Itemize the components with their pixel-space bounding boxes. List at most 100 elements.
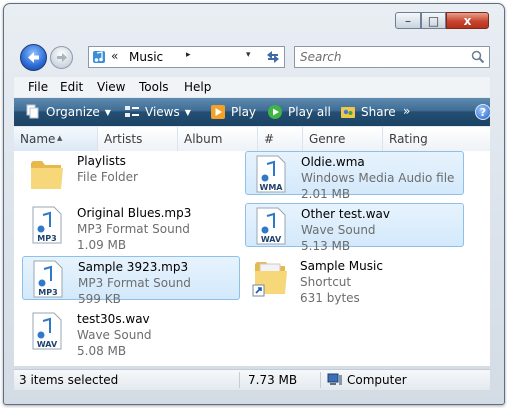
- selection-status: 3 items selected: [19, 373, 119, 387]
- chevron-more-icon: »: [403, 104, 411, 118]
- file-size: 2.01 MB: [301, 187, 351, 201]
- file-type: Shortcut: [300, 275, 352, 289]
- organize-icon: [26, 104, 39, 119]
- status-divider: [320, 372, 321, 388]
- file-item-sample-3923[interactable]: MP3 Sample 3923.mp3 MP3 Format Sound 599…: [22, 256, 240, 306]
- command-bar: Organize ▼ Views ▼ Play Play all Share »…: [14, 98, 491, 126]
- play-all-icon: [268, 105, 282, 119]
- file-item-test30s[interactable]: WAV test30s.wav Wave Sound 5.08 MB: [22, 309, 240, 358]
- menu-edit[interactable]: Edit: [60, 80, 83, 94]
- column-header-artists[interactable]: Artists: [98, 127, 178, 151]
- views-icon: [125, 106, 139, 117]
- column-header-number[interactable]: #: [258, 127, 303, 151]
- file-item-original-blues[interactable]: MP3 Original Blues.mp3 MP3 Format Sound …: [22, 203, 240, 252]
- menu-view[interactable]: View: [97, 80, 125, 94]
- share-button[interactable]: Share: [340, 104, 396, 120]
- column-header-name-label: Name: [20, 132, 56, 146]
- close-button[interactable]: x: [446, 12, 489, 29]
- views-dropdown-icon: ▼: [184, 107, 191, 117]
- views-label: Views: [145, 105, 180, 119]
- menu-bar: File Edit View Tools Help: [14, 77, 490, 97]
- column-header-rating[interactable]: Rating: [383, 127, 490, 151]
- shortcut-folder-icon: [252, 262, 287, 297]
- menu-tools[interactable]: Tools: [139, 80, 169, 94]
- breadcrumb-arrow-icon[interactable]: ▸: [186, 50, 191, 60]
- file-item-playlists[interactable]: Playlists File Folder: [22, 151, 240, 195]
- column-header-name[interactable]: ▲ Name: [14, 127, 98, 151]
- play-button[interactable]: Play: [210, 104, 256, 120]
- svg-text:WAV: WAV: [261, 235, 282, 244]
- svg-text:MP3: MP3: [37, 234, 56, 243]
- file-name: Sample 3923.mp3: [78, 260, 189, 274]
- column-header-genre-label: Genre: [309, 132, 346, 146]
- file-type: MP3 Format Sound: [77, 222, 190, 236]
- sort-ascending-icon: ▲: [57, 134, 63, 142]
- selection-size: 7.73 MB: [248, 373, 298, 387]
- column-header-album[interactable]: Album: [178, 127, 258, 151]
- file-name: test30s.wav: [77, 312, 150, 326]
- file-name: Original Blues.mp3: [77, 206, 192, 220]
- mp3-file-icon: MP3: [33, 260, 63, 298]
- address-dropdown-icon[interactable]: ▾: [246, 50, 251, 60]
- status-bar: 3 items selected 7.73 MB Computer: [14, 369, 490, 390]
- minimize-icon: –: [405, 13, 411, 28]
- refresh-button[interactable]: [262, 47, 284, 67]
- play-all-button[interactable]: Play all: [267, 104, 331, 120]
- maximize-icon: □: [427, 13, 440, 28]
- file-size: 1.09 MB: [77, 238, 127, 252]
- file-type: Windows Media Audio file: [301, 171, 455, 185]
- file-name: Other test.wav: [301, 207, 391, 221]
- file-type: Wave Sound: [77, 328, 152, 342]
- address-bar[interactable]: « Music ▸ ▾: [88, 46, 285, 68]
- help-icon[interactable]: ?: [475, 104, 491, 120]
- play-label: Play: [231, 105, 257, 119]
- file-type: File Folder: [77, 170, 138, 184]
- play-all-label: Play all: [288, 105, 331, 119]
- minimize-button[interactable]: –: [395, 12, 421, 29]
- views-button[interactable]: Views ▼: [124, 104, 191, 120]
- file-item-other-test-wav[interactable]: WAV Other test.wav Wave Sound 5.13 MB: [245, 203, 464, 253]
- close-icon: x: [463, 13, 472, 28]
- folder-icon: [31, 161, 63, 189]
- search-icon[interactable]: [471, 50, 485, 64]
- more-commands-button[interactable]: »: [403, 104, 410, 118]
- file-item-oldie-wma[interactable]: WMA Oldie.wma Windows Media Audio file 2…: [245, 151, 464, 201]
- file-item-sample-music[interactable]: Sample Music Shortcut 631 bytes: [245, 256, 464, 305]
- refresh-icon: [267, 51, 279, 63]
- menu-file[interactable]: File: [28, 80, 48, 94]
- wma-file-icon: WMA: [256, 155, 286, 193]
- play-icon: [211, 105, 225, 119]
- search-input[interactable]: [295, 47, 475, 67]
- forward-button[interactable]: [50, 46, 73, 69]
- back-button[interactable]: [20, 44, 47, 71]
- file-list: Playlists File Folder WMA Oldie.wma Wind…: [14, 151, 490, 366]
- search-box[interactable]: [294, 46, 490, 68]
- forward-arrow-icon: [57, 53, 67, 62]
- organize-button[interactable]: Organize ▼: [25, 104, 111, 120]
- organize-label: Organize: [46, 105, 100, 119]
- column-header-row: ▲ Name Artists Album # Genre Rating: [14, 127, 490, 152]
- file-type: Wave Sound: [301, 223, 376, 237]
- share-label: Share: [361, 105, 396, 119]
- file-size: 599 KB: [78, 292, 121, 306]
- menu-help[interactable]: Help: [184, 80, 211, 94]
- file-name: Oldie.wma: [301, 155, 365, 169]
- organize-dropdown-icon: ▼: [104, 107, 111, 117]
- svg-text:WAV: WAV: [37, 340, 58, 349]
- explorer-window: – □ x « Music ▸ ▾ Search File Edit View …: [0, 0, 507, 408]
- column-header-artists-label: Artists: [104, 132, 143, 146]
- breadcrumb-overflow[interactable]: «: [111, 49, 118, 63]
- wav-file-icon: WAV: [256, 207, 286, 245]
- svg-text:MP3: MP3: [38, 288, 57, 297]
- file-size: 5.13 MB: [301, 239, 351, 253]
- svg-text:WMA: WMA: [260, 183, 284, 192]
- file-type: MP3 Format Sound: [78, 276, 191, 290]
- share-icon: [341, 107, 355, 118]
- breadcrumb-music[interactable]: Music: [129, 50, 163, 64]
- wav-file-icon: WAV: [32, 312, 62, 350]
- location-status: Computer: [347, 373, 407, 387]
- maximize-button[interactable]: □: [421, 12, 446, 29]
- back-arrow-icon: [28, 52, 39, 63]
- column-header-genre[interactable]: Genre: [303, 127, 383, 151]
- file-name: Sample Music: [300, 259, 383, 273]
